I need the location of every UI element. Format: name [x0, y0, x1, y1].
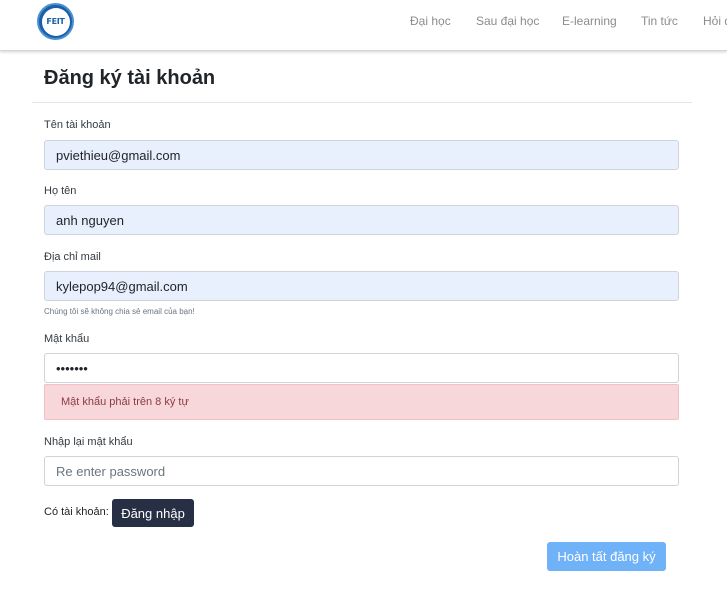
- fullname-input[interactable]: [44, 205, 679, 235]
- nav-link-dai-hoc[interactable]: Đại học: [410, 14, 451, 28]
- email-help-text: Chúng tôi sẽ không chia sẻ email của bạn…: [44, 307, 195, 316]
- logo-text: FEIT: [46, 17, 65, 26]
- login-button[interactable]: Đăng nhập: [112, 499, 194, 527]
- password-error-alert: Mật khẩu phải trên 8 ký tự: [44, 384, 679, 420]
- nav-link-sau-dai-hoc[interactable]: Sau đại học: [476, 14, 539, 28]
- submit-registration-button[interactable]: Hoàn tất đăng ký: [547, 542, 666, 571]
- email-input[interactable]: [44, 271, 679, 301]
- password-input[interactable]: [44, 353, 679, 383]
- feit-logo[interactable]: FEIT: [37, 3, 74, 40]
- password-label: Mật khẩu: [44, 333, 90, 345]
- logo-badge: FEIT: [41, 7, 70, 36]
- confirm-password-input[interactable]: [44, 456, 679, 486]
- have-account-text: Có tài khoản:: [44, 506, 109, 518]
- top-navbar: FEIT Đại học Sau đại học E-learning Tin …: [0, 0, 727, 51]
- username-label: Tên tài khoản: [44, 119, 111, 131]
- nav-link-hoi-dap[interactable]: Hỏi đáp: [703, 14, 727, 28]
- username-input[interactable]: [44, 140, 679, 170]
- confirm-password-label: Nhập lại mật khẩu: [44, 436, 133, 448]
- page-title: Đăng ký tài khoản: [44, 67, 216, 89]
- email-label: Địa chỉ mail: [44, 251, 101, 263]
- nav-link-e-learning[interactable]: E-learning: [562, 14, 617, 28]
- nav-link-tin-tuc[interactable]: Tin tức: [641, 14, 678, 28]
- fullname-label: Họ tên: [44, 185, 77, 197]
- title-divider: [32, 102, 692, 103]
